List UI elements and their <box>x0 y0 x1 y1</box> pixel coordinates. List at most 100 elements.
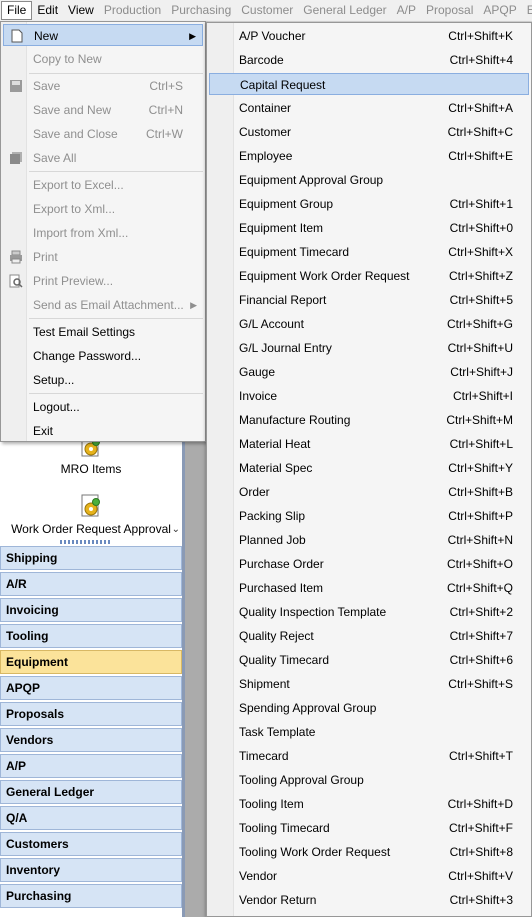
menubar-item-file[interactable]: File <box>1 1 33 20</box>
menu-item-save[interactable]: Save Ctrl+S <box>3 75 203 97</box>
menu-item-save-and-close[interactable]: Save and Close Ctrl+W <box>3 123 203 145</box>
submenu-item-manufacture-routing[interactable]: Manufacture Routing Ctrl+Shift+M <box>209 409 529 431</box>
menubar-item-apqp[interactable]: APQP <box>478 1 521 20</box>
nav-section-q-a[interactable]: Q/A <box>0 806 182 830</box>
submenu-item-tooling-timecard[interactable]: Tooling Timecard Ctrl+Shift+F <box>209 817 529 839</box>
submenu-item-container[interactable]: Container Ctrl+Shift+A <box>209 97 529 119</box>
submenu-item-equipment-group[interactable]: Equipment Group Ctrl+Shift+1 <box>209 193 529 215</box>
submenu-item-equipment-item[interactable]: Equipment Item Ctrl+Shift+0 <box>209 217 529 239</box>
submenu-item-equipment-timecard[interactable]: Equipment Timecard Ctrl+Shift+X <box>209 241 529 263</box>
menubar-item-production[interactable]: Production <box>99 1 166 20</box>
nav-section-tooling[interactable]: Tooling <box>0 624 182 648</box>
menu-item-label: Save All <box>33 151 77 165</box>
menu-item-new[interactable]: New ▶ <box>3 24 203 46</box>
nav-section-general-ledger[interactable]: General Ledger <box>0 780 182 804</box>
menu-item-send-email-attachment[interactable]: Send as Email Attachment... ▶ <box>3 294 203 316</box>
submenu-item-invoice[interactable]: Invoice Ctrl+Shift+I <box>209 385 529 407</box>
submenu-item-material-heat[interactable]: Material Heat Ctrl+Shift+L <box>209 433 529 455</box>
splitter-grip[interactable] <box>60 540 110 544</box>
submenu-item-shipment[interactable]: Shipment Ctrl+Shift+S <box>209 673 529 695</box>
nav-section-a-r[interactable]: A/R <box>0 572 182 596</box>
menubar-item-customer[interactable]: Customer <box>236 1 298 20</box>
submenu-item-shortcut: Ctrl+Shift+E <box>448 149 513 163</box>
submenu-item-shortcut: Ctrl+Shift+D <box>447 797 513 811</box>
submenu-item-spending-approval-group[interactable]: Spending Approval Group <box>209 697 529 719</box>
submenu-item-financial-report[interactable]: Financial Report Ctrl+Shift+5 <box>209 289 529 311</box>
submenu-item-timecard[interactable]: Timecard Ctrl+Shift+T <box>209 745 529 767</box>
submenu-item-gauge[interactable]: Gauge Ctrl+Shift+J <box>209 361 529 383</box>
menu-item-export-excel[interactable]: Export to Excel... <box>3 174 203 196</box>
menu-item-logout[interactable]: Logout... <box>3 396 203 418</box>
submenu-item-g-l-journal-entry[interactable]: G/L Journal Entry Ctrl+Shift+U <box>209 337 529 359</box>
submenu-item-vendor-return[interactable]: Vendor Return Ctrl+Shift+3 <box>209 889 529 911</box>
submenu-item-capital-request[interactable]: Capital Request <box>209 73 529 95</box>
nav-section-equipment[interactable]: Equipment <box>0 650 182 674</box>
submenu-item-quality-timecard[interactable]: Quality Timecard Ctrl+Shift+6 <box>209 649 529 671</box>
submenu-item-packing-slip[interactable]: Packing Slip Ctrl+Shift+P <box>209 505 529 527</box>
submenu-item-quality-inspection-template[interactable]: Quality Inspection Template Ctrl+Shift+2 <box>209 601 529 623</box>
menubar-item-eq[interactable]: Eq <box>522 1 532 20</box>
menu-item-test-email-settings[interactable]: Test Email Settings <box>3 321 203 343</box>
menubar-item-view[interactable]: View <box>63 1 99 20</box>
submenu-item-shortcut: Ctrl+Shift+C <box>447 125 513 139</box>
submenu-item-material-spec[interactable]: Material Spec Ctrl+Shift+Y <box>209 457 529 479</box>
nav-section-a-p[interactable]: A/P <box>0 754 182 778</box>
menubar-item-purchasing[interactable]: Purchasing <box>166 1 236 20</box>
menu-item-save-and-new[interactable]: Save and New Ctrl+N <box>3 99 203 121</box>
submenu-item-shortcut: Ctrl+Shift+P <box>448 509 513 523</box>
submenu-item-label: Planned Job <box>239 533 306 547</box>
menu-item-save-all[interactable]: Save All <box>3 147 203 169</box>
nav-section-inventory[interactable]: Inventory <box>0 858 182 882</box>
submenu-item-g-l-account[interactable]: G/L Account Ctrl+Shift+G <box>209 313 529 335</box>
submenu-item-tooling-approval-group[interactable]: Tooling Approval Group <box>209 769 529 791</box>
menu-item-label: Copy to New <box>33 52 102 66</box>
submenu-item-shortcut: Ctrl+Shift+3 <box>449 893 513 907</box>
menu-item-export-xml[interactable]: Export to Xml... <box>3 198 203 220</box>
submenu-item-tooling-work-order-request[interactable]: Tooling Work Order Request Ctrl+Shift+8 <box>209 841 529 863</box>
menu-item-label: Save <box>33 79 61 93</box>
submenu-item-equipment-approval-group[interactable]: Equipment Approval Group <box>209 169 529 191</box>
menu-item-print-preview[interactable]: Print Preview... <box>3 270 203 292</box>
submenu-item-order[interactable]: Order Ctrl+Shift+B <box>209 481 529 503</box>
submenu-item-planned-job[interactable]: Planned Job Ctrl+Shift+N <box>209 529 529 551</box>
menubar-item-edit[interactable]: Edit <box>32 1 63 20</box>
submenu-item-customer[interactable]: Customer Ctrl+Shift+C <box>209 121 529 143</box>
nav-section-purchasing[interactable]: Purchasing <box>0 884 182 908</box>
menubar-item-proposal[interactable]: Proposal <box>421 1 478 20</box>
menubar-item-a-p[interactable]: A/P <box>392 1 421 20</box>
submenu-item-shortcut: Ctrl+Shift+F <box>448 821 513 835</box>
nav-section-apqp[interactable]: APQP <box>0 676 182 700</box>
menu-item-exit[interactable]: Exit <box>3 420 203 442</box>
nav-section-vendors[interactable]: Vendors <box>0 728 182 752</box>
submenu-item-a-p-voucher[interactable]: A/P Voucher Ctrl+Shift+K <box>209 25 529 47</box>
submenu-item-label: Spending Approval Group <box>239 701 377 715</box>
submenu-item-equipment-work-order-request[interactable]: Equipment Work Order Request Ctrl+Shift+Z <box>209 265 529 287</box>
menubar-item-general-ledger[interactable]: General Ledger <box>298 1 391 20</box>
submenu-item-quality-reject[interactable]: Quality Reject Ctrl+Shift+7 <box>209 625 529 647</box>
nav-section-customers[interactable]: Customers <box>0 832 182 856</box>
submenu-item-task-template[interactable]: Task Template <box>209 721 529 743</box>
menu-item-label: Export to Xml... <box>33 202 116 216</box>
nav-section-invoicing[interactable]: Invoicing <box>0 598 182 622</box>
submenu-item-shortcut: Ctrl+Shift+1 <box>449 197 513 211</box>
menu-item-copy-to-new[interactable]: Copy to New <box>3 48 203 70</box>
menu-item-change-password[interactable]: Change Password... <box>3 345 203 367</box>
submenu-arrow-icon: ▶ <box>190 300 197 310</box>
submenu-item-purchase-order[interactable]: Purchase Order Ctrl+Shift+O <box>209 553 529 575</box>
menu-item-print[interactable]: Print <box>3 246 203 268</box>
nav-section-shipping[interactable]: Shipping <box>0 546 182 570</box>
submenu-item-shortcut: Ctrl+Shift+I <box>452 389 513 403</box>
submenu-item-employee[interactable]: Employee Ctrl+Shift+E <box>209 145 529 167</box>
submenu-item-vendor[interactable]: Vendor Ctrl+Shift+V <box>209 865 529 887</box>
nav-section-proposals[interactable]: Proposals <box>0 702 182 726</box>
menu-item-import-xml[interactable]: Import from Xml... <box>3 222 203 244</box>
submenu-item-barcode[interactable]: Barcode Ctrl+Shift+4 <box>209 49 529 71</box>
work-order-request-approval-tile[interactable]: Work Order Request Approval <box>0 494 182 536</box>
menu-item-label: Save and New <box>33 103 112 117</box>
chevron-down-icon[interactable]: ⌄ <box>172 524 180 535</box>
submenu-item-shortcut: Ctrl+Shift+S <box>448 677 513 691</box>
menu-item-label: Logout... <box>33 400 80 414</box>
submenu-item-tooling-item[interactable]: Tooling Item Ctrl+Shift+D <box>209 793 529 815</box>
menu-item-setup[interactable]: Setup... <box>3 369 203 391</box>
submenu-item-purchased-item[interactable]: Purchased Item Ctrl+Shift+Q <box>209 577 529 599</box>
